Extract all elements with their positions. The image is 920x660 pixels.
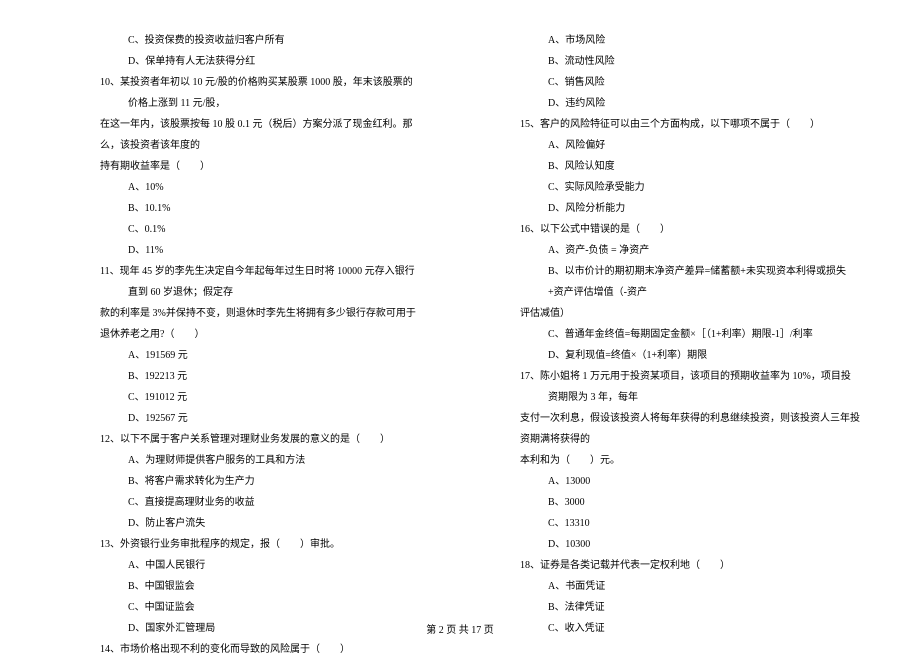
option-text: B、以市价计的期初期末净资产差异=储蓄额+未实现资本利得或损失+资产评估增值（-… bbox=[520, 261, 860, 303]
option-text: D、违约风险 bbox=[520, 93, 860, 114]
option-text: C、普通年金终值=每期固定金额×［（1+利率）期限-1］/利率 bbox=[520, 324, 860, 345]
question-line: 15、客户的风险特征可以由三个方面构成，以下哪项不属于（ ） bbox=[520, 114, 860, 135]
question-line: 12、以下不属于客户关系管理对理财业务发展的意义的是（ ） bbox=[100, 429, 420, 450]
option-continuation: 评估减值） bbox=[520, 303, 860, 324]
option-text: A、市场风险 bbox=[520, 30, 860, 51]
option-text: A、中国人民银行 bbox=[100, 555, 420, 576]
question-line: 18、证券是各类记载并代表一定权利地（ ） bbox=[520, 555, 860, 576]
option-text: B、法律凭证 bbox=[520, 597, 860, 618]
option-text: A、为理财师提供客户服务的工具和方法 bbox=[100, 450, 420, 471]
question-line: 本利和为（ ）元。 bbox=[520, 450, 860, 471]
question-line: 款的利率是 3%并保持不变，则退休时李先生将拥有多少银行存款可用于退休养老之用?… bbox=[100, 303, 420, 345]
option-text: A、191569 元 bbox=[100, 345, 420, 366]
page-footer: 第 2 页 共 17 页 bbox=[0, 621, 920, 636]
option-text: C、13310 bbox=[520, 513, 860, 534]
right-column: A、市场风险 B、流动性风险 C、销售风险 D、违约风险 15、客户的风险特征可… bbox=[460, 30, 920, 620]
option-text: D、10300 bbox=[520, 534, 860, 555]
option-text: B、中国银监会 bbox=[100, 576, 420, 597]
option-text: D、192567 元 bbox=[100, 408, 420, 429]
question-line: 13、外资银行业务审批程序的规定，报（ ）审批。 bbox=[100, 534, 420, 555]
question-line: 10、某投资者年初以 10 元/股的价格购买某股票 1000 股，年末该股票的价… bbox=[100, 72, 420, 114]
option-text: D、防止客户流失 bbox=[100, 513, 420, 534]
option-text: D、11% bbox=[100, 240, 420, 261]
option-text: A、风险偏好 bbox=[520, 135, 860, 156]
option-text: C、0.1% bbox=[100, 219, 420, 240]
option-text: B、流动性风险 bbox=[520, 51, 860, 72]
option-text: C、直接提高理财业务的收益 bbox=[100, 492, 420, 513]
option-text: C、实际风险承受能力 bbox=[520, 177, 860, 198]
option-text: D、风险分析能力 bbox=[520, 198, 860, 219]
question-line: 11、现年 45 岁的李先生决定自今年起每年过生日时将 10000 元存入银行直… bbox=[100, 261, 420, 303]
option-text: B、将客户需求转化为生产力 bbox=[100, 471, 420, 492]
question-line: 17、陈小姐将 1 万元用于投资某项目，该项目的预期收益率为 10%，项目投资期… bbox=[520, 366, 860, 408]
question-line: 支付一次利息，假设该投资人将每年获得的利息继续投资，则该投资人三年投资期满将获得… bbox=[520, 408, 860, 450]
option-text: A、13000 bbox=[520, 471, 860, 492]
question-line: 16、以下公式中错误的是（ ） bbox=[520, 219, 860, 240]
question-line: 持有期收益率是（ ） bbox=[100, 156, 420, 177]
option-text: D、复利现值=终值×（1+利率）期限 bbox=[520, 345, 860, 366]
option-text: A、资产-负债 = 净资产 bbox=[520, 240, 860, 261]
option-text: C、中国证监会 bbox=[100, 597, 420, 618]
option-text: B、风险认知度 bbox=[520, 156, 860, 177]
option-text: B、3000 bbox=[520, 492, 860, 513]
question-line: 在这一年内，该股票按每 10 股 0.1 元（税后）方案分派了现金红利。那么，该… bbox=[100, 114, 420, 156]
left-column: C、投资保费的投资收益归客户所有 D、保单持有人无法获得分红 10、某投资者年初… bbox=[0, 30, 460, 620]
option-text: A、书面凭证 bbox=[520, 576, 860, 597]
option-text: B、192213 元 bbox=[100, 366, 420, 387]
option-text: C、销售风险 bbox=[520, 72, 860, 93]
option-text: C、191012 元 bbox=[100, 387, 420, 408]
option-text: D、保单持有人无法获得分红 bbox=[100, 51, 420, 72]
page-container: C、投资保费的投资收益归客户所有 D、保单持有人无法获得分红 10、某投资者年初… bbox=[0, 30, 920, 620]
option-text: B、10.1% bbox=[100, 198, 420, 219]
option-text: A、10% bbox=[100, 177, 420, 198]
option-text: C、投资保费的投资收益归客户所有 bbox=[100, 30, 420, 51]
